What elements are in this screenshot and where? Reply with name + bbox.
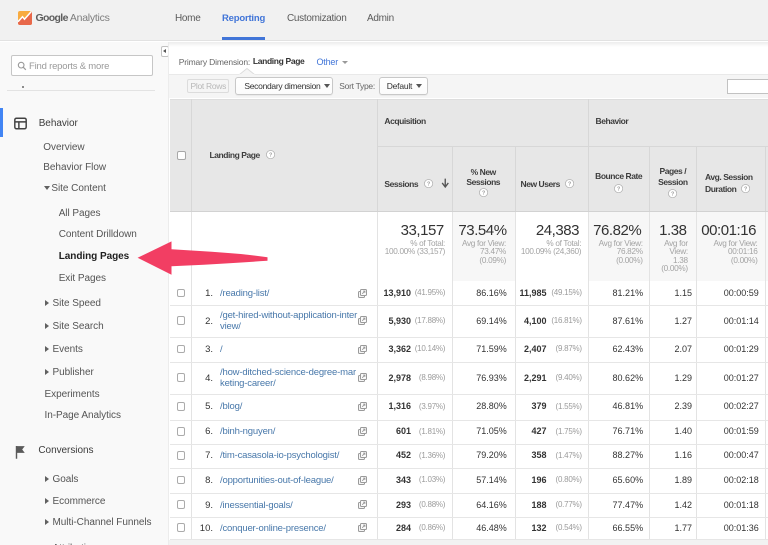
svg-text:?: ? xyxy=(482,191,485,197)
svg-text:?: ? xyxy=(427,182,430,188)
svg-text:?: ? xyxy=(744,186,747,192)
svg-text:?: ? xyxy=(617,186,620,192)
svg-text:?: ? xyxy=(671,191,674,197)
svg-text:?: ? xyxy=(269,153,272,159)
svg-text:?: ? xyxy=(568,182,571,188)
